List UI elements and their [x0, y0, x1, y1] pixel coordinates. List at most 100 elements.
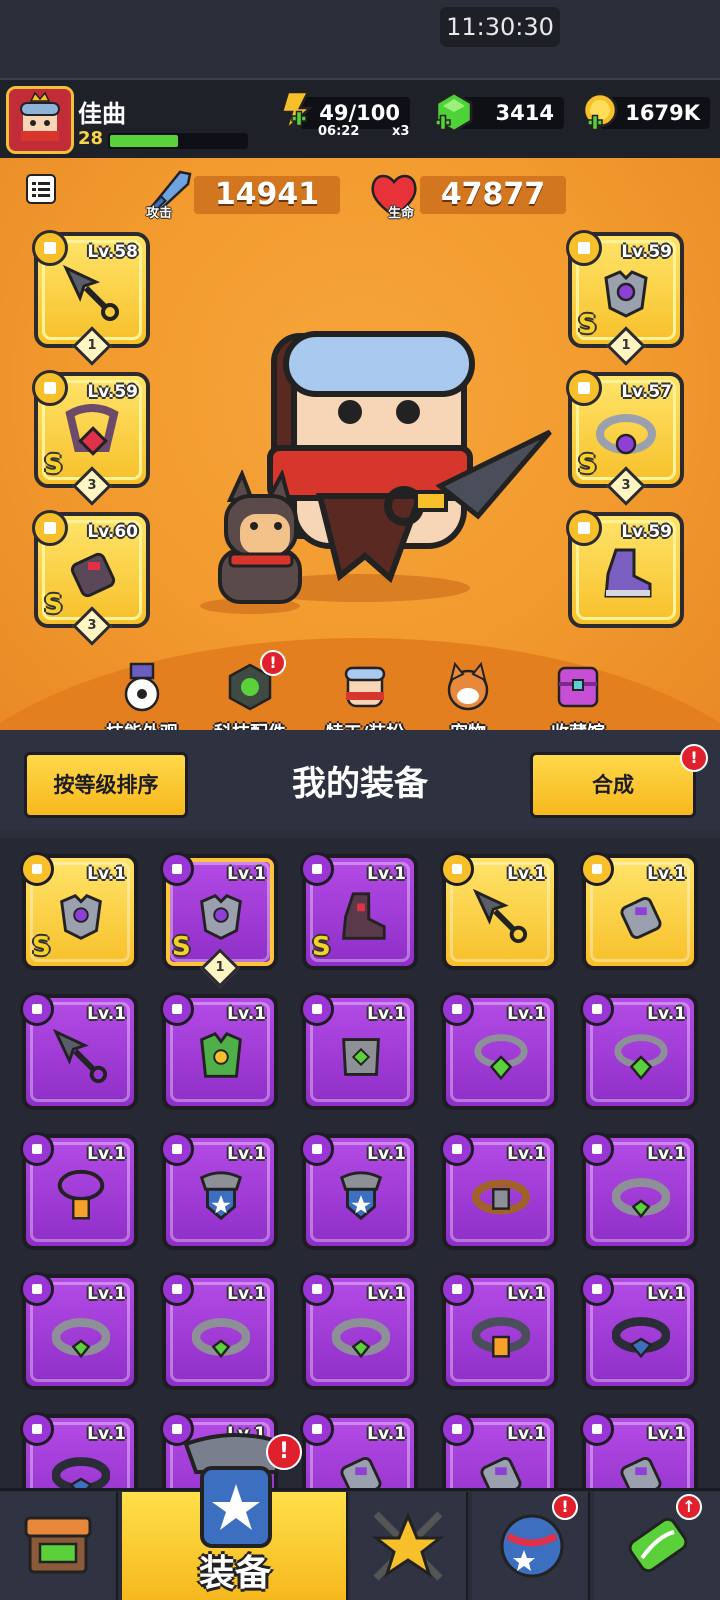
- item-type-icon: [440, 992, 474, 1026]
- equip-slot-belt[interactable]: Lv.57 S 3: [566, 370, 684, 506]
- armor-icon: [604, 270, 648, 318]
- rank-badge: S: [32, 932, 51, 962]
- item-level: Lv.1: [367, 864, 406, 884]
- inventory-item[interactable]: Lv.1: [20, 992, 138, 1110]
- menu-icon[interactable]: [26, 174, 56, 204]
- merge-button[interactable]: 合成: [530, 752, 696, 818]
- skin-icon: [124, 662, 160, 712]
- item-type-icon: [160, 1132, 194, 1166]
- shop-tab[interactable]: [0, 1492, 118, 1600]
- item-type-icon: [300, 992, 334, 1026]
- weapon-type-icon: [32, 230, 68, 266]
- item-type-icon: [20, 1272, 54, 1306]
- sort-by-level-button[interactable]: 按等级排序: [24, 752, 188, 818]
- inventory-item[interactable]: Lv.1: [580, 1132, 698, 1250]
- inventory-item[interactable]: Lv.1: [160, 1132, 278, 1250]
- item-type-icon: [20, 1412, 54, 1446]
- item-level: Lv.1: [87, 1284, 126, 1304]
- agent-icon: [344, 666, 386, 708]
- item-level: Lv.1: [367, 1424, 406, 1444]
- kunai-icon: [52, 1028, 108, 1084]
- inventory-item[interactable]: Lv.1: [20, 1412, 138, 1488]
- item-level: Lv.1: [87, 1424, 126, 1444]
- inventory-item[interactable]: Lv.1: [440, 852, 558, 970]
- equip-slot-armor[interactable]: Lv.59 S 1: [566, 230, 684, 366]
- glove-icon: [480, 1456, 522, 1488]
- necklace-type-icon: [32, 370, 68, 406]
- inventory-item[interactable]: Lv.1: [20, 1132, 138, 1250]
- health-stat: 47877: [420, 176, 566, 214]
- battle-star-icon: [371, 1511, 445, 1581]
- collection-icon: [557, 666, 599, 708]
- inventory-item[interactable]: Lv.1 S 1: [160, 852, 278, 988]
- inventory-item[interactable]: Lv.1: [440, 1412, 558, 1488]
- inventory-item[interactable]: Lv.1: [160, 992, 278, 1110]
- item-level: Lv.1: [87, 864, 126, 884]
- equip-level: Lv.60: [87, 522, 138, 542]
- inventory-item[interactable]: Lv.1 S: [300, 852, 418, 970]
- inventory-item[interactable]: Lv.1: [580, 852, 698, 970]
- equip-slot-glove[interactable]: Lv.60 S 3: [32, 510, 150, 646]
- armor-type-icon: [566, 230, 602, 266]
- item-type-icon: [300, 1412, 334, 1446]
- tech-alert-badge: !: [260, 650, 286, 676]
- inventory-item[interactable]: Lv.1: [160, 1272, 278, 1390]
- item-type-icon: [300, 1272, 334, 1306]
- glove-icon: [340, 1456, 382, 1488]
- item-level: Lv.1: [87, 1004, 126, 1024]
- item-type-icon: [440, 1412, 474, 1446]
- item-type-icon: [580, 1272, 614, 1306]
- events-alert-badge: !: [552, 1494, 578, 1520]
- battle-tab[interactable]: [350, 1492, 468, 1600]
- item-level: Lv.1: [647, 864, 686, 884]
- inventory-item[interactable]: Lv.1: [440, 992, 558, 1110]
- equip-slot-boots[interactable]: Lv.59: [566, 510, 684, 628]
- player-avatar[interactable]: [6, 86, 74, 154]
- item-level: Lv.1: [507, 1284, 546, 1304]
- inventory-item[interactable]: Lv.1: [300, 992, 418, 1110]
- item-level: Lv.1: [227, 864, 266, 884]
- inventory-item[interactable]: Lv.1: [440, 1132, 558, 1250]
- item-level: Lv.1: [227, 1144, 266, 1164]
- rank-badge: S: [578, 450, 597, 480]
- item-type-icon: [20, 992, 54, 1026]
- equip-slot-weapon[interactable]: Lv.58 1: [32, 230, 150, 366]
- inventory-item[interactable]: Lv.1: [300, 1272, 418, 1390]
- badge-icon: [339, 1171, 383, 1221]
- equip-slot-necklace[interactable]: Lv.59 S 3: [32, 370, 150, 506]
- item-level: Lv.1: [227, 1284, 266, 1304]
- attack-value: 14941: [214, 177, 320, 212]
- item-type-icon: [300, 852, 334, 886]
- boot-icon: [604, 548, 652, 598]
- item-level: Lv.1: [507, 1144, 546, 1164]
- belt-icon: [332, 1318, 390, 1359]
- pet-icon: [447, 661, 489, 711]
- item-level: Lv.1: [507, 1004, 546, 1024]
- inventory-item[interactable]: Lv.1: [300, 1132, 418, 1250]
- coin-icon[interactable]: [578, 90, 622, 134]
- item-type-icon: [160, 852, 194, 886]
- xp-bar-fill: [110, 135, 178, 147]
- item-level: Lv.1: [647, 1424, 686, 1444]
- item-type-icon: [580, 1412, 614, 1446]
- vest-icon: [200, 1032, 242, 1078]
- inventory-title: 我的装备: [292, 764, 428, 804]
- energy-icon[interactable]: [274, 88, 318, 132]
- item-type-icon: [20, 1132, 54, 1166]
- equipment-alert-badge: !: [266, 1434, 302, 1470]
- gem-icon[interactable]: [432, 90, 476, 134]
- inventory-item[interactable]: Lv.1 S: [20, 852, 138, 970]
- status-clock: 11:30:30: [440, 7, 560, 47]
- item-type-icon: [580, 852, 614, 886]
- inventory-item[interactable]: Lv.1: [580, 1412, 698, 1488]
- item-type-icon: [20, 852, 54, 886]
- inventory-item[interactable]: Lv.1: [580, 992, 698, 1110]
- xp-bar: [108, 133, 248, 149]
- health-value: 47877: [440, 177, 546, 212]
- inventory-item[interactable]: Lv.1: [300, 1412, 418, 1488]
- inventory-item[interactable]: Lv.1: [440, 1272, 558, 1390]
- inventory-item[interactable]: Lv.1: [580, 1272, 698, 1390]
- inventory-item[interactable]: Lv.1: [20, 1272, 138, 1390]
- pet-dog[interactable]: [190, 470, 320, 620]
- chain-necklace-icon: [65, 404, 119, 456]
